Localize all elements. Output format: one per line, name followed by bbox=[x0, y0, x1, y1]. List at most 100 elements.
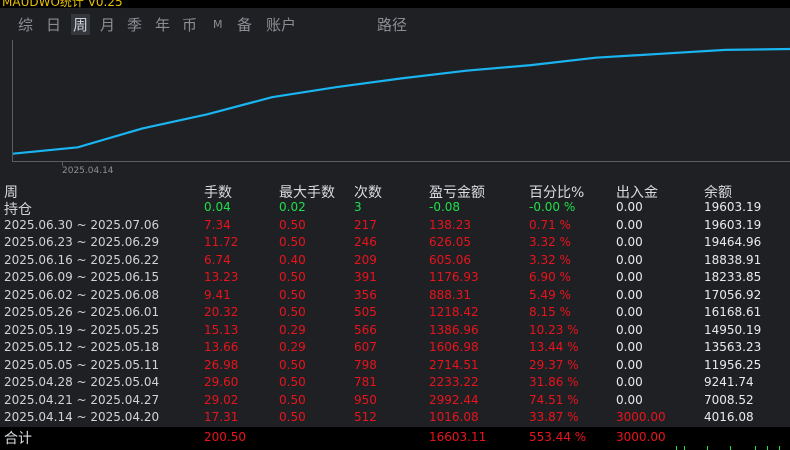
cell-balance: 16168.61 bbox=[704, 305, 762, 319]
cell-pnl: 1606.98 bbox=[429, 340, 479, 354]
cell-period: 2025.06.30 ~ 2025.07.06 bbox=[4, 218, 160, 232]
cell-max-lots: 0.50 bbox=[279, 375, 306, 389]
cell-count: 246 bbox=[354, 235, 377, 249]
cell-flow: 0.00 bbox=[616, 235, 643, 249]
cell-max-lots: 0.50 bbox=[279, 410, 306, 424]
cell-lots: 26.98 bbox=[204, 358, 239, 372]
app-title: MAUDWO统计 V0.25 bbox=[2, 0, 123, 8]
total-pnl: 16603.11 bbox=[429, 430, 487, 444]
table-row: 2025.06.23 ~ 2025.06.29 11.72 0.50 246 6… bbox=[0, 235, 790, 251]
cell-balance: 14950.19 bbox=[704, 323, 762, 337]
cell-pnl: 1218.42 bbox=[429, 305, 479, 319]
activity-tick bbox=[707, 446, 708, 450]
cell-max-lots: 0.02 bbox=[279, 200, 306, 214]
cell-lots: 13.23 bbox=[204, 270, 239, 284]
cell-count: 3 bbox=[354, 200, 362, 214]
tab-notes[interactable]: 备 bbox=[237, 14, 252, 35]
cell-lots: 7.34 bbox=[204, 218, 231, 232]
tab-currency[interactable]: 币 bbox=[182, 14, 197, 35]
cell-pnl: -0.08 bbox=[429, 200, 461, 214]
cell-balance: 13563.23 bbox=[704, 340, 762, 354]
balance-chart: 2025.04.14 bbox=[12, 40, 790, 176]
cell-pnl: 626.05 bbox=[429, 235, 471, 249]
total-percent: 553.44 % bbox=[529, 430, 587, 444]
total-row: 合计 200.50 16603.11 553.44 % 3000.00 bbox=[0, 427, 790, 450]
cell-balance: 18838.91 bbox=[704, 253, 762, 267]
cell-max-lots: 0.50 bbox=[279, 305, 306, 319]
cell-percent: 5.49 % bbox=[529, 288, 571, 302]
cell-count: 391 bbox=[354, 270, 377, 284]
cell-period: 2025.06.09 ~ 2025.06.15 bbox=[4, 270, 160, 284]
cell-lots: 17.31 bbox=[204, 410, 239, 424]
tab-year[interactable]: 年 bbox=[155, 14, 170, 35]
cell-percent: 31.86 % bbox=[529, 375, 579, 389]
activity-tick bbox=[676, 446, 677, 450]
cell-count: 505 bbox=[354, 305, 377, 319]
table-row: 2025.04.21 ~ 2025.04.27 29.02 0.50 950 2… bbox=[0, 393, 790, 409]
cell-percent: -0.00 % bbox=[529, 200, 576, 214]
cell-flow: 0.00 bbox=[616, 323, 643, 337]
cell-lots: 11.72 bbox=[204, 235, 239, 249]
cell-max-lots: 0.50 bbox=[279, 218, 306, 232]
header-percent: 百分比% bbox=[529, 185, 585, 201]
cell-balance: 11956.25 bbox=[704, 358, 762, 372]
cell-lots: 9.41 bbox=[204, 288, 231, 302]
header-count: 次数 bbox=[354, 185, 382, 201]
cell-max-lots: 0.50 bbox=[279, 288, 306, 302]
cell-percent: 0.71 % bbox=[529, 218, 571, 232]
cell-lots: 20.32 bbox=[204, 305, 239, 319]
cell-flow: 0.00 bbox=[616, 200, 643, 214]
table-row: 2025.04.14 ~ 2025.04.20 17.31 0.50 512 1… bbox=[0, 410, 790, 426]
cell-count: 356 bbox=[354, 288, 377, 302]
cell-max-lots: 0.40 bbox=[279, 253, 306, 267]
cell-period: 2025.06.02 ~ 2025.06.08 bbox=[4, 288, 160, 302]
cell-max-lots: 0.29 bbox=[279, 340, 306, 354]
tab-m[interactable]: M bbox=[213, 18, 223, 31]
cell-flow: 0.00 bbox=[616, 218, 643, 232]
table-row: 2025.06.09 ~ 2025.06.15 13.23 0.50 391 1… bbox=[0, 270, 790, 286]
cell-count: 798 bbox=[354, 358, 377, 372]
tab-path[interactable]: 路径 bbox=[377, 14, 407, 35]
cell-balance: 9241.74 bbox=[704, 375, 754, 389]
cell-balance: 7008.52 bbox=[704, 393, 754, 407]
total-lots: 200.50 bbox=[204, 430, 246, 444]
cell-count: 217 bbox=[354, 218, 377, 232]
cell-flow: 0.00 bbox=[616, 358, 643, 372]
tab-day[interactable]: 日 bbox=[46, 14, 61, 35]
tab-quarter[interactable]: 季 bbox=[127, 14, 142, 35]
table-row: 2025.05.12 ~ 2025.05.18 13.66 0.29 607 1… bbox=[0, 340, 790, 356]
cell-flow: 0.00 bbox=[616, 393, 643, 407]
cell-flow: 0.00 bbox=[616, 375, 643, 389]
cell-period: 2025.05.26 ~ 2025.06.01 bbox=[4, 305, 160, 319]
cell-pnl: 1016.08 bbox=[429, 410, 479, 424]
balance-series-line bbox=[12, 47, 790, 155]
cell-percent: 13.44 % bbox=[529, 340, 579, 354]
tab-overview[interactable]: 综 bbox=[18, 14, 33, 35]
activity-tick bbox=[755, 446, 756, 450]
cell-percent: 10.23 % bbox=[529, 323, 579, 337]
cell-lots: 13.66 bbox=[204, 340, 239, 354]
table-row: 2025.05.19 ~ 2025.05.25 15.13 0.29 566 1… bbox=[0, 323, 790, 339]
table-row: 2025.05.26 ~ 2025.06.01 20.32 0.50 505 1… bbox=[0, 305, 790, 321]
cell-count: 607 bbox=[354, 340, 377, 354]
cell-percent: 29.37 % bbox=[529, 358, 579, 372]
cell-pnl: 2992.44 bbox=[429, 393, 479, 407]
cell-percent: 8.15 % bbox=[529, 305, 571, 319]
cell-pnl: 138.23 bbox=[429, 218, 471, 232]
holding-row: 持仓 0.04 0.02 3 -0.08 -0.00 % 0.00 19603.… bbox=[0, 200, 790, 218]
cell-count: 209 bbox=[354, 253, 377, 267]
period-tabs: 综 日 周 月 季 年 币 M 备 账户 路径 bbox=[0, 8, 790, 36]
cell-lots: 15.13 bbox=[204, 323, 239, 337]
cell-period: 2025.06.16 ~ 2025.06.22 bbox=[4, 253, 160, 267]
cell-max-lots: 0.29 bbox=[279, 323, 306, 337]
cell-max-lots: 0.50 bbox=[279, 270, 306, 284]
tab-week[interactable]: 周 bbox=[71, 14, 91, 35]
cell-percent: 33.87 % bbox=[529, 410, 579, 424]
cell-period: 2025.04.14 ~ 2025.04.20 bbox=[4, 410, 160, 424]
cell-balance: 4016.08 bbox=[704, 410, 754, 424]
table-row: 2025.06.02 ~ 2025.06.08 9.41 0.50 356 88… bbox=[0, 288, 790, 304]
table-row: 2025.04.28 ~ 2025.05.04 29.60 0.50 781 2… bbox=[0, 375, 790, 391]
tab-month[interactable]: 月 bbox=[100, 14, 115, 35]
activity-tick bbox=[684, 446, 685, 450]
tab-account[interactable]: 账户 bbox=[266, 14, 296, 35]
